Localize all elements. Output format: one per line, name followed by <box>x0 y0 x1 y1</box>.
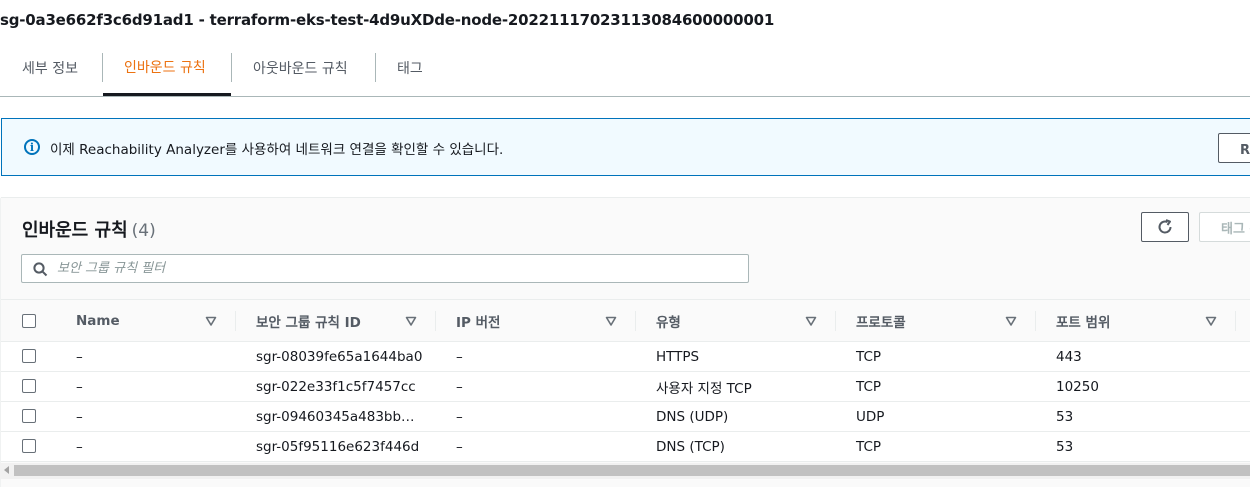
sort-caret-icon[interactable] <box>405 315 417 327</box>
column-header-port-range[interactable]: 포트 범위 <box>1056 300 1110 342</box>
manage-tags-button[interactable]: 태그 관리 <box>1199 212 1250 242</box>
table-row[interactable]: – sgr-05f95116e623f446d – DNS (TCP) TCP … <box>1 432 1250 462</box>
cell-rule-id: sgr-08039fe65a1644ba0 <box>256 349 423 365</box>
cell-protocol: TCP <box>856 439 882 455</box>
page-title: sg-0a3e662f3c6d91ad1 - terraform-eks-tes… <box>0 11 775 29</box>
cell-port-range: 53 <box>1056 409 1074 425</box>
cell-type: 사용자 지정 TCP <box>656 381 752 397</box>
tab-inbound-rules[interactable]: 인바운드 규칙 <box>103 40 231 96</box>
tab-divider <box>231 53 232 82</box>
rule-count: (4) <box>131 221 156 241</box>
info-icon: i <box>24 139 40 155</box>
tab-details[interactable]: 세부 정보 <box>22 40 78 96</box>
search-input[interactable] <box>57 258 737 279</box>
cell-ip-version: – <box>456 409 463 425</box>
scrollbar-thumb[interactable] <box>14 465 1250 476</box>
search-icon <box>33 262 48 277</box>
sort-caret-icon[interactable] <box>1005 315 1017 327</box>
panel-title-text: 인바운드 규칙 <box>22 220 128 241</box>
refresh-button[interactable] <box>1141 212 1189 242</box>
cell-rule-id: sgr-022e33f1c5f7457cc <box>256 379 416 395</box>
cell-type: HTTPS <box>656 349 700 365</box>
cell-type: DNS (TCP) <box>656 439 725 455</box>
info-banner-text: 이제 Reachability Analyzer를 사용하여 네트워크 연결을 … <box>50 142 504 158</box>
cell-rule-id: sgr-05f95116e623f446d <box>256 439 420 455</box>
sort-caret-icon[interactable] <box>805 315 817 327</box>
column-divider[interactable] <box>1235 311 1236 331</box>
search-box <box>21 254 749 283</box>
cell-type: DNS (UDP) <box>656 409 729 425</box>
cell-name: – <box>76 409 83 425</box>
row-checkbox[interactable] <box>22 409 36 423</box>
info-banner: i 이제 Reachability Analyzer를 사용하여 네트워크 연결… <box>1 118 1250 176</box>
table-row[interactable]: – sgr-09460345a483bb… – DNS (UDP) UDP 53 <box>1 402 1250 432</box>
column-header-name[interactable]: Name <box>76 300 120 342</box>
cell-name: – <box>76 379 83 395</box>
refresh-icon <box>1158 219 1172 234</box>
column-header-type[interactable]: 유형 <box>656 300 681 342</box>
column-header-rule-id[interactable]: 보안 그룹 규칙 ID <box>256 300 361 342</box>
column-divider[interactable] <box>835 311 836 331</box>
sort-caret-icon[interactable] <box>605 315 617 327</box>
cell-protocol: UDP <box>856 409 885 425</box>
row-checkbox[interactable] <box>22 349 36 363</box>
row-checkbox[interactable] <box>22 379 36 393</box>
column-divider[interactable] <box>1035 311 1036 331</box>
column-divider[interactable] <box>635 311 636 331</box>
sort-caret-icon[interactable] <box>205 315 217 327</box>
row-checkbox[interactable] <box>22 439 36 453</box>
cell-protocol: TCP <box>856 349 882 365</box>
cell-protocol: TCP <box>856 379 882 395</box>
table-row[interactable]: – sgr-022e33f1c5f7457cc – 사용자 지정 TCP TCP… <box>1 372 1250 402</box>
cell-port-range: 10250 <box>1056 379 1099 395</box>
select-all-checkbox[interactable] <box>22 314 36 328</box>
tab-tags[interactable]: 태그 <box>397 40 423 96</box>
column-header-protocol[interactable]: 프로토콜 <box>856 300 906 342</box>
column-header-ip-version[interactable]: IP 버전 <box>456 300 500 342</box>
cell-ip-version: – <box>456 439 463 455</box>
cell-port-range: 443 <box>1056 349 1082 365</box>
cell-ip-version: – <box>456 349 463 365</box>
column-divider[interactable] <box>435 311 436 331</box>
reachability-analyzer-button[interactable]: Reachability Analyzer 실행 <box>1218 133 1250 163</box>
panel-title: 인바운드 규칙 (4) <box>22 216 156 242</box>
tab-outbound-rules[interactable]: 아웃바운드 규칙 <box>253 40 348 96</box>
table-header: Name 보안 그룹 규칙 ID IP 버전 유형 프로토콜 포트 범위 <box>1 299 1250 342</box>
cell-name: – <box>76 349 83 365</box>
tab-bar: 세부 정보 인바운드 규칙 아웃바운드 규칙 태그 <box>0 40 1250 97</box>
tab-divider <box>375 53 376 82</box>
cell-rule-id: sgr-09460345a483bb… <box>256 409 415 425</box>
cell-port-range: 53 <box>1056 439 1074 455</box>
sort-caret-icon[interactable] <box>1205 315 1217 327</box>
inbound-rules-panel: 인바운드 규칙(4) 태그 관리 Name 보안 그룹 규칙 ID IP 버전 … <box>1 197 1250 487</box>
column-divider[interactable] <box>235 311 236 331</box>
scroll-left-arrow-icon[interactable] <box>4 466 9 474</box>
cell-name: – <box>76 439 83 455</box>
table-row[interactable]: – sgr-08039fe65a1644ba0 – HTTPS TCP 443 <box>1 342 1250 372</box>
cell-ip-version: – <box>456 379 463 395</box>
horizontal-scrollbar[interactable] <box>0 463 1250 479</box>
